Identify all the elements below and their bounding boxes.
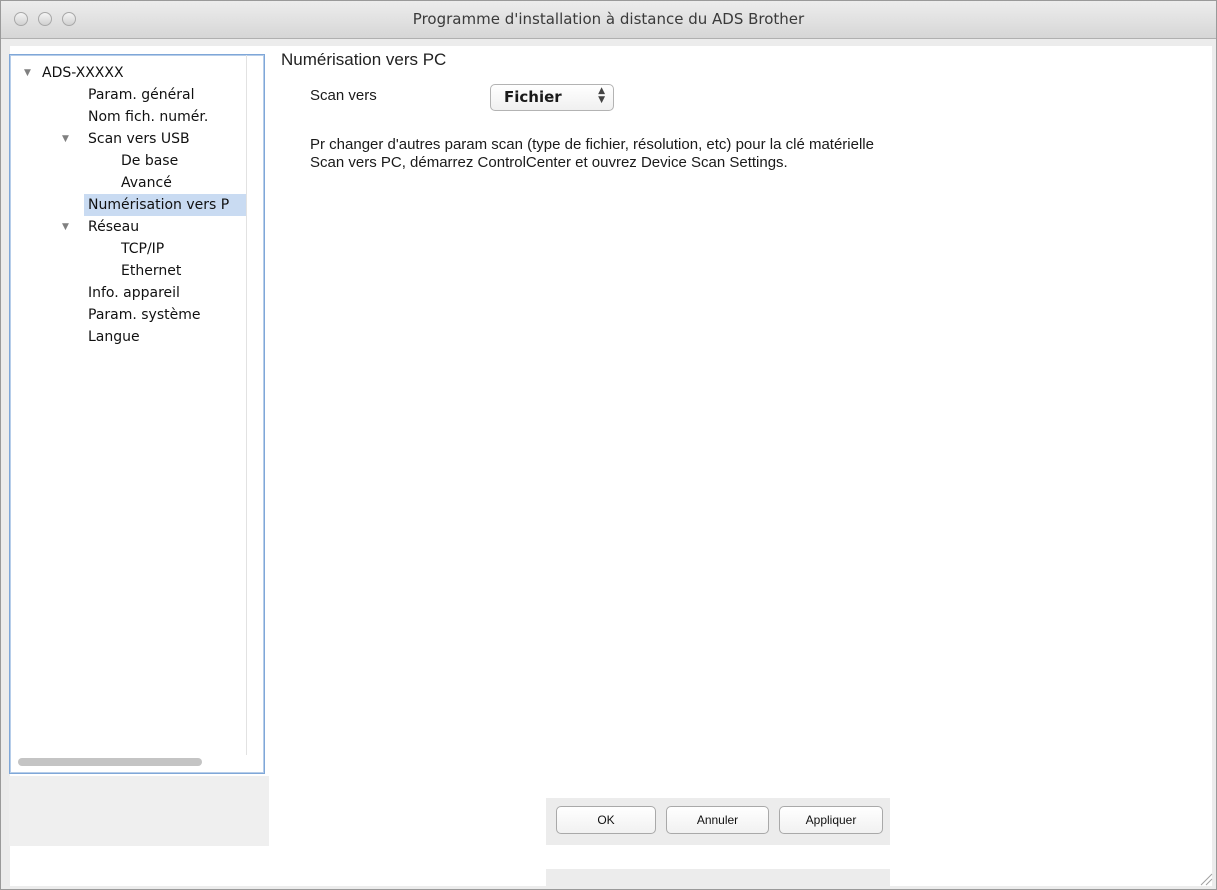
tree-item-label: Numérisation vers P <box>88 197 230 213</box>
scan-to-value: Fichier <box>504 88 562 106</box>
tree-item-label: Info. appareil <box>88 285 180 301</box>
tree-item-label: TCP/IP <box>121 241 165 257</box>
tree-item-advanced[interactable]: Avancé <box>121 172 172 194</box>
tree-item-label: Langue <box>88 329 140 345</box>
disclosure-triangle-icon[interactable]: ▼ <box>62 216 69 238</box>
disclosure-triangle-icon[interactable]: ▼ <box>24 62 31 84</box>
settings-tree[interactable]: ▼ ADS-XXXXX Param. général Nom fich. num… <box>9 54 265 774</box>
apply-button[interactable]: Appliquer <box>779 806 883 834</box>
tree-item-scan-to-usb[interactable]: ▼ Scan vers USB <box>62 128 246 150</box>
tree-item-label: De base <box>121 153 179 169</box>
scan-to-label: Scan vers <box>310 87 377 104</box>
tree-item-tcpip[interactable]: TCP/IP <box>121 238 164 260</box>
tree-item-label: Param. général <box>88 87 195 103</box>
tree-item-label: Réseau <box>88 219 140 235</box>
settings-tree-list: ▼ ADS-XXXXX Param. général Nom fich. num… <box>10 55 246 755</box>
tree-item-language[interactable]: Langue <box>88 326 140 348</box>
cancel-button[interactable]: Annuler <box>666 806 769 834</box>
section-title: Numérisation vers PC <box>281 50 447 69</box>
tree-item-device-info[interactable]: Info. appareil <box>88 282 180 304</box>
tree-item-label: Param. système <box>88 307 201 323</box>
info-text-line: Pr changer d'autres param scan (type de … <box>310 136 874 153</box>
sidebar-footer <box>9 776 269 846</box>
tree-item-label: Avancé <box>121 175 172 191</box>
disclosure-triangle-icon[interactable]: ▼ <box>62 128 69 150</box>
tree-item-ethernet[interactable]: Ethernet <box>121 260 181 282</box>
tree-item-label: ADS-XXXXX <box>42 65 124 81</box>
tree-item-device[interactable]: ▼ ADS-XXXXX <box>24 62 246 84</box>
tree-item-network[interactable]: ▼ Réseau <box>62 216 246 238</box>
tree-item-system-settings[interactable]: Param. système <box>88 304 201 326</box>
info-text-line: Scan vers PC, démarrez ControlCenter et … <box>310 154 788 171</box>
tree-item-scan-to-pc[interactable]: Numérisation vers P <box>84 194 246 216</box>
vertical-divider <box>246 55 247 755</box>
tree-item-general-settings[interactable]: Param. général <box>88 84 194 106</box>
title-bar[interactable]: Programme d'installation à distance du A… <box>1 1 1216 39</box>
window-title: Programme d'installation à distance du A… <box>412 10 805 28</box>
tree-item-file-name[interactable]: Nom fich. numér. <box>88 106 208 128</box>
ok-button[interactable]: OK <box>556 806 656 834</box>
resize-grip-icon[interactable] <box>1197 870 1213 886</box>
updown-arrows-icon: ▲ ▼ <box>598 86 605 105</box>
tree-item-label: Ethernet <box>121 263 182 279</box>
tree-item-label: Nom fich. numér. <box>88 109 209 125</box>
tree-item-label: Scan vers USB <box>88 131 190 147</box>
scan-to-popup[interactable]: Fichier ▲ ▼ <box>490 84 614 111</box>
button-bar-lower <box>546 869 890 887</box>
horizontal-scrollbar[interactable] <box>18 758 202 766</box>
info-text: Pr changer d'autres param scan (type de … <box>310 136 1030 172</box>
tree-item-basic[interactable]: De base <box>121 150 178 172</box>
